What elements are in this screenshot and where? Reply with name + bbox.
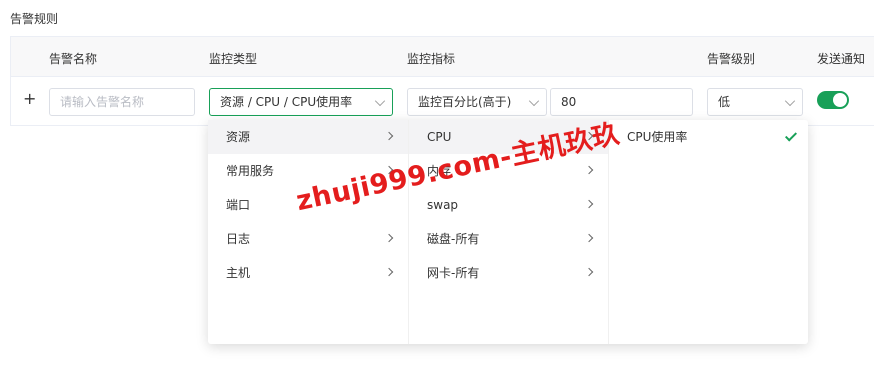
option-label: swap — [427, 198, 459, 212]
option-label: 常用服务 — [226, 164, 275, 178]
option-label: CPU使用率 — [627, 130, 688, 144]
cascader-option-nic-all[interactable]: 网卡-所有 — [409, 256, 608, 290]
monitor-type-value: 资源 / CPU / CPU使用率 — [220, 95, 353, 109]
option-label: CPU — [427, 130, 452, 144]
chevron-right-icon — [384, 267, 394, 277]
chevron-right-icon — [584, 165, 594, 175]
chevron-down-icon — [528, 95, 540, 107]
chevron-right-icon — [384, 131, 394, 141]
metric-value: 监控百分比(高于) — [418, 95, 512, 109]
section-title: 告警规则 — [10, 12, 59, 26]
toggle-knob — [833, 93, 847, 107]
cascader-option-cpu-usage[interactable]: CPU使用率 — [609, 120, 808, 154]
cascader-option-disk-all[interactable]: 磁盘-所有 — [409, 222, 608, 256]
chevron-down-icon — [374, 95, 386, 107]
header-send-notification: 发送通知 — [817, 52, 866, 66]
header-alert-name: 告警名称 — [49, 52, 98, 66]
cascader-option-resource[interactable]: 资源 — [208, 120, 408, 154]
chevron-right-icon — [584, 233, 594, 243]
alert-rules-table: 告警名称 监控类型 监控指标 告警级别 发送通知 + 请输入告警名称 资源 / … — [10, 36, 874, 126]
option-label: 网卡-所有 — [427, 266, 480, 280]
cascader-column-cpu: CPU使用率 — [608, 120, 808, 344]
option-label: 端口 — [226, 198, 251, 212]
option-label: 日志 — [226, 232, 251, 246]
alert-level-select[interactable]: 低 — [707, 88, 803, 116]
option-label: 主机 — [226, 266, 251, 280]
cascader-column-category: 资源 常用服务 端口 日志 主机 — [208, 120, 408, 344]
alert-name-input[interactable]: 请输入告警名称 — [49, 88, 195, 116]
check-icon — [784, 129, 798, 142]
table-header: 告警名称 监控类型 监控指标 告警级别 发送通知 — [11, 37, 874, 77]
chevron-right-icon — [584, 199, 594, 209]
cascader-option-host[interactable]: 主机 — [208, 256, 408, 290]
threshold-input[interactable]: 80 — [550, 88, 693, 116]
notify-toggle[interactable] — [817, 91, 849, 109]
chevron-down-icon — [784, 95, 796, 107]
alert-level-value: 低 — [718, 95, 731, 109]
monitor-type-cascader[interactable]: 资源 / CPU / CPU使用率 — [209, 88, 393, 116]
header-monitor-type: 监控类型 — [209, 52, 258, 66]
add-row-button[interactable]: + — [23, 91, 36, 107]
chevron-right-icon — [384, 233, 394, 243]
cascader-option-swap[interactable]: swap — [409, 188, 608, 222]
metric-select[interactable]: 监控百分比(高于) — [407, 88, 547, 116]
option-label: 磁盘-所有 — [427, 232, 480, 246]
chevron-right-icon — [584, 267, 594, 277]
option-label: 资源 — [226, 130, 251, 144]
header-alert-level: 告警级别 — [707, 52, 756, 66]
cascader-option-log[interactable]: 日志 — [208, 222, 408, 256]
header-metric: 监控指标 — [407, 52, 456, 66]
